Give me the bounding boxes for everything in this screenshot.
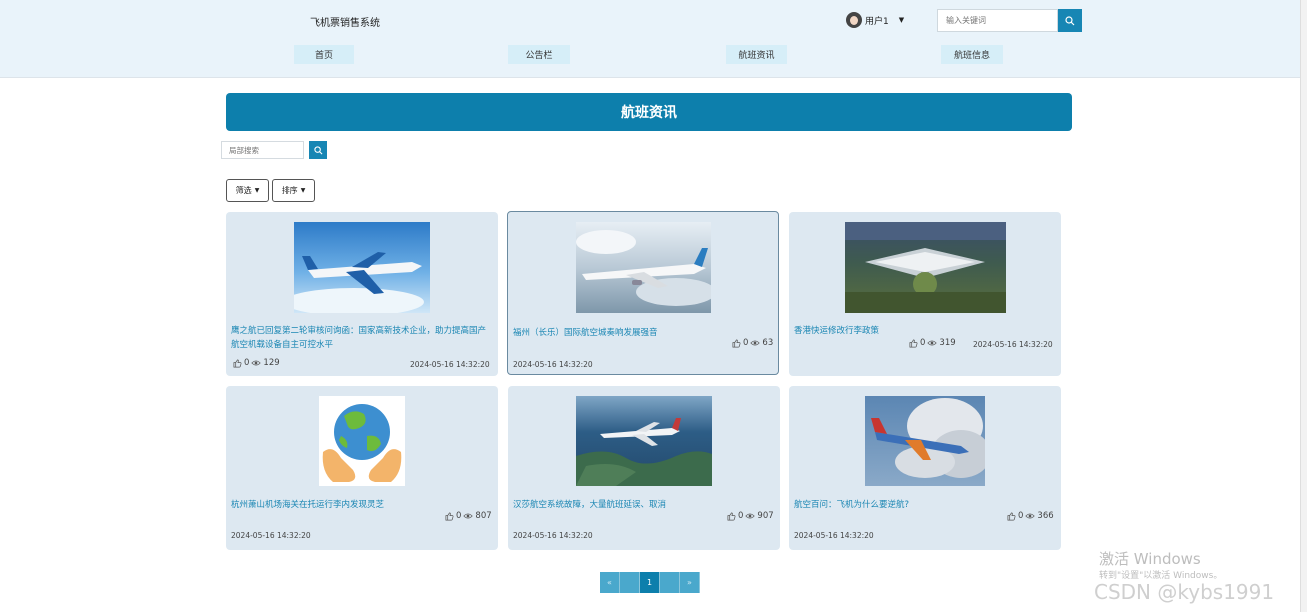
news-card[interactable]: 福州（长乐）国际航空城奏响发展强音 0 63 2024-05-16 14:32:… (507, 211, 779, 375)
eye-icon (927, 340, 938, 346)
news-card[interactable]: 航空百问：飞机为什么要逆航? 0 366 2024-05-16 14:32:20 (789, 386, 1061, 550)
cargo-airplane-image (294, 222, 430, 313)
view-count: 366 (1037, 511, 1054, 521)
local-search-input[interactable] (221, 141, 304, 159)
card-title[interactable]: 鹰之航已回复第二轮审核问询函：国家高新技术企业，助力提高国产航空机载设备自主可控… (231, 324, 493, 352)
news-card[interactable]: 鹰之航已回复第二轮审核问询函：国家高新技术企业，助力提高国产航空机载设备自主可控… (226, 212, 498, 376)
sort-label: 排序 (281, 186, 298, 195)
thumbs-up-icon (732, 339, 741, 347)
avatar (846, 12, 862, 28)
search-input[interactable] (937, 9, 1058, 32)
caret-down-icon: ▼ (254, 187, 260, 194)
like-count: 0 (1018, 511, 1024, 521)
window-edge (1300, 0, 1307, 612)
thumbs-up-icon (233, 359, 242, 367)
thumbs-up-icon (1007, 512, 1016, 520)
filter-dropdown[interactable]: 筛选 ▼ (226, 179, 269, 202)
airplane-over-coast-image (576, 396, 712, 486)
eye-icon (750, 340, 761, 346)
search-icon (313, 145, 322, 154)
news-card[interactable]: 汉莎航空系统故障，大量航班延误、取消 0 907 2024-05-16 14:3… (508, 386, 780, 550)
card-date: 2024-05-16 14:32:20 (794, 531, 874, 540)
site-brand[interactable]: 飞机票销售系统 (310, 14, 380, 29)
airliner-image (576, 222, 711, 313)
airplane-storm-clouds-image (865, 396, 985, 486)
card-stats: 0 807 (443, 511, 492, 521)
chevron-down-icon: ▼ (898, 16, 905, 24)
page-blank-button[interactable] (620, 572, 640, 593)
card-title[interactable]: 航空百问：飞机为什么要逆航? (794, 498, 1056, 512)
like-count: 0 (743, 338, 749, 348)
card-date: 2024-05-16 14:32:20 (973, 340, 1053, 349)
top-header: 飞机票销售系统 用户1 ▼ 首页 公告栏 航班资讯 航班信息 (0, 0, 1300, 78)
airport-terminal-image (845, 222, 1006, 313)
card-title[interactable]: 杭州萧山机场海关在托运行李内发现灵芝 (231, 498, 493, 512)
search-button[interactable] (1058, 9, 1082, 32)
view-count: 319 (939, 338, 956, 348)
card-stats: 0 129 (231, 358, 280, 368)
news-card[interactable]: 杭州萧山机场海关在托运行李内发现灵芝 0 807 2024-05-16 14:3… (226, 386, 498, 550)
like-count: 0 (738, 511, 744, 521)
view-count: 907 (757, 511, 774, 521)
eye-icon (251, 360, 262, 366)
pagination: « 1 » (600, 572, 700, 593)
filter-label: 筛选 (235, 186, 252, 195)
news-card[interactable]: 香港快运修改行李政策 0 319 2024-05-16 14:32:20 (789, 212, 1061, 376)
card-date: 2024-05-16 14:32:20 (513, 531, 593, 540)
nav-flight-news[interactable]: 航班资讯 (726, 45, 787, 64)
page-blank-button[interactable] (660, 572, 680, 593)
like-count: 0 (456, 511, 462, 521)
caret-down-icon: ▼ (300, 187, 306, 194)
card-stats: 0 366 (1005, 511, 1054, 521)
eye-icon (1025, 513, 1036, 519)
page-title: 航班资讯 (226, 93, 1072, 131)
search-icon (1065, 15, 1075, 25)
eye-icon (745, 513, 756, 519)
thumbs-up-icon (445, 512, 454, 520)
windows-activation-title: 激活 Windows (1099, 550, 1201, 568)
sort-dropdown[interactable]: 排序 ▼ (272, 179, 315, 202)
globe-in-hands-image (319, 396, 405, 486)
card-date: 2024-05-16 14:32:20 (410, 360, 490, 369)
card-stats: 0 907 (725, 511, 774, 521)
view-count: 807 (475, 511, 492, 521)
like-count: 0 (244, 358, 250, 368)
view-count: 63 (762, 338, 774, 348)
page-current-button[interactable]: 1 (640, 572, 660, 593)
thumbs-up-icon (909, 339, 918, 347)
user-name: 用户1 (865, 16, 889, 27)
card-date: 2024-05-16 14:32:20 (231, 531, 311, 540)
nav-home[interactable]: 首页 (294, 45, 354, 64)
card-title[interactable]: 香港快运修改行李政策 (794, 324, 1056, 338)
thumbs-up-icon (727, 512, 736, 520)
csdn-watermark: CSDN @kybs1991 (1094, 580, 1275, 604)
page-next-button[interactable]: » (680, 572, 700, 593)
local-search-button[interactable] (309, 141, 327, 159)
card-stats: 0 63 (730, 338, 773, 348)
card-title[interactable]: 汉莎航空系统故障，大量航班延误、取消 (513, 498, 775, 512)
nav-announcements[interactable]: 公告栏 (508, 45, 570, 64)
like-count: 0 (920, 338, 926, 348)
eye-icon (463, 513, 474, 519)
nav-flight-info[interactable]: 航班信息 (941, 45, 1003, 64)
page-prev-button[interactable]: « (600, 572, 620, 593)
card-date: 2024-05-16 14:32:20 (513, 360, 593, 369)
view-count: 129 (263, 358, 280, 368)
user-menu[interactable]: 用户1 ▼ (846, 12, 904, 28)
card-stats: 0 319 (907, 338, 956, 348)
